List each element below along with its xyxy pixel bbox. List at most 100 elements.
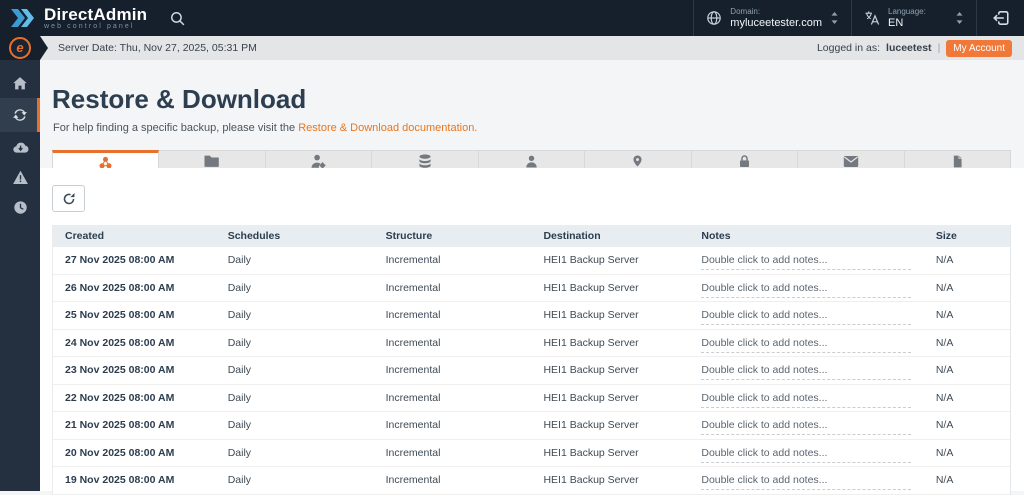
my-account-button[interactable]: My Account (946, 39, 1012, 57)
globe-icon (706, 10, 722, 26)
cell-schedules: Daily (227, 281, 252, 294)
cell-size: N/A (935, 364, 954, 377)
brand-title: DirectAdmin (44, 4, 148, 24)
separator: | (937, 42, 941, 54)
cell-created: 20 Nov 2025 08:00 AM (65, 446, 175, 459)
brand-tagline: web control panel (44, 22, 135, 30)
backups-table: Created Schedules Structure Destination Note… (52, 225, 1011, 495)
cell-structure: Incremental (385, 391, 441, 404)
home-icon (12, 76, 28, 91)
sidebar-nav (0, 60, 40, 222)
table-header-row: Created Schedules Structure Destination Note… (53, 225, 1010, 247)
cell-destination: HEI1 Backup Server (543, 254, 639, 267)
cell-notes: Double click to add notes... (689, 415, 923, 436)
table-row[interactable]: 23 Nov 2025 08:00 AM Daily Incremental H… (53, 357, 1010, 385)
cell-structure: Incremental (385, 446, 441, 459)
file-icon (951, 154, 964, 169)
table-row[interactable]: 20 Nov 2025 08:00 AM Daily Incremental H… (53, 439, 1010, 467)
cell-size: N/A (935, 474, 954, 487)
cell-notes: Double click to add notes... (689, 470, 923, 491)
cell-notes: Double click to add notes... (689, 443, 923, 463)
user-gear-icon (310, 154, 327, 169)
notes-editable[interactable]: Double click to add notes... (701, 364, 912, 381)
sidebar-item-history[interactable] (0, 192, 40, 222)
cell-schedules: Daily (227, 391, 252, 404)
cell-structure: Incremental (385, 419, 441, 432)
language-selector[interactable]: Language: EN (851, 0, 976, 36)
domain-selector[interactable]: Domain: myluceetester.com (693, 0, 851, 36)
search-icon (171, 11, 185, 25)
table-row[interactable]: 19 Nov 2025 08:00 AM Daily Incremental H… (53, 467, 1010, 495)
skin-logo-area[interactable]: e (0, 36, 48, 60)
table-row[interactable]: 22 Nov 2025 08:00 AM Daily Incremental H… (53, 384, 1010, 412)
refresh-button[interactable] (52, 185, 85, 212)
main-content: Restore & Download For help finding a sp… (40, 60, 1024, 495)
server-date: Server Date: Thu, Nov 27, 2025, 05:31 PM (58, 42, 257, 54)
cell-notes: Double click to add notes... (689, 278, 923, 298)
cell-destination: HEI1 Backup Server (543, 391, 639, 404)
notes-editable[interactable]: Double click to add notes... (701, 337, 912, 353)
page-subtitle: For help finding a specific backup, plea… (53, 122, 1024, 134)
cell-schedules: Daily (227, 474, 252, 487)
sidebar-item-alerts[interactable] (0, 162, 40, 192)
cell-size: N/A (935, 419, 954, 432)
cell-created: 26 Nov 2025 08:00 AM (65, 281, 175, 294)
cell-destination: HEI1 Backup Server (543, 419, 639, 432)
table-row[interactable]: 21 Nov 2025 08:00 AM Daily Incremental H… (53, 412, 1010, 440)
table-row[interactable]: 25 Nov 2025 08:00 AM Daily Incremental H… (53, 302, 1010, 330)
cell-size: N/A (935, 309, 954, 322)
cell-notes: Double click to add notes... (689, 360, 923, 381)
directadmin-brand[interactable]: DirectAdmin web control panel (0, 0, 159, 36)
table-panel: Created Schedules Structure Destination Note… (40, 168, 1024, 495)
notes-editable[interactable]: Double click to add notes... (701, 447, 912, 463)
notes-editable[interactable]: Double click to add notes... (701, 419, 912, 436)
cell-created: 25 Nov 2025 08:00 AM (65, 309, 175, 322)
pin-icon (631, 153, 644, 169)
table-row[interactable]: 27 Nov 2025 08:00 AM Daily Incremental H… (53, 247, 1010, 275)
cloud-download-icon (12, 140, 29, 155)
table-row[interactable]: 26 Nov 2025 08:00 AM Daily Incremental H… (53, 274, 1010, 302)
cell-size: N/A (935, 281, 954, 294)
documentation-link[interactable]: Restore & Download documentation. (298, 122, 477, 134)
column-header-schedules: Schedules (227, 230, 281, 242)
notes-editable[interactable]: Double click to add notes... (701, 309, 912, 326)
cell-created: 24 Nov 2025 08:00 AM (65, 336, 175, 349)
cell-notes: Double click to add notes... (689, 305, 923, 326)
logout-button[interactable] (976, 0, 1024, 36)
sidebar-item-restore[interactable] (0, 98, 40, 132)
table-body: 27 Nov 2025 08:00 AM Daily Incremental H… (53, 247, 1010, 495)
cell-structure: Incremental (385, 474, 441, 487)
lock-icon (737, 154, 752, 169)
cell-created: 19 Nov 2025 08:00 AM (65, 474, 175, 487)
logout-icon (992, 11, 1009, 25)
warning-icon (12, 170, 29, 185)
sidebar-item-backups[interactable] (0, 132, 40, 162)
table-row[interactable]: 24 Nov 2025 08:00 AM Daily Incremental H… (53, 329, 1010, 357)
status-bar: Server Date: Thu, Nov 27, 2025, 05:31 PM… (40, 36, 1024, 60)
cell-created: 27 Nov 2025 08:00 AM (65, 254, 175, 267)
notes-editable[interactable]: Double click to add notes... (701, 254, 912, 271)
cell-structure: Incremental (385, 309, 441, 322)
database-icon (417, 154, 433, 169)
cell-destination: HEI1 Backup Server (543, 474, 639, 487)
translate-icon (864, 10, 880, 26)
column-header-destination: Destination (543, 230, 601, 242)
sidebar: e (0, 36, 48, 491)
column-header-structure: Structure (385, 230, 433, 242)
sidebar-item-home[interactable] (0, 68, 40, 98)
language-value: EN (888, 16, 904, 29)
column-header-created: Created (65, 230, 105, 242)
refresh-icon (63, 192, 74, 204)
envelope-icon (843, 155, 859, 168)
search-button[interactable] (159, 0, 196, 36)
notes-editable[interactable]: Double click to add notes... (701, 282, 912, 298)
cell-size: N/A (935, 446, 954, 459)
cell-size: N/A (935, 336, 954, 349)
cell-size: N/A (935, 391, 954, 404)
notes-editable[interactable]: Double click to add notes... (701, 392, 912, 408)
notes-editable[interactable]: Double click to add notes... (701, 474, 912, 491)
top-navbar: DirectAdmin web control panel Domain: my… (0, 0, 1024, 36)
chevron-updown-icon (830, 11, 839, 25)
subtitle-text: For help finding a specific backup, plea… (53, 122, 299, 134)
cell-created: 23 Nov 2025 08:00 AM (65, 364, 175, 377)
